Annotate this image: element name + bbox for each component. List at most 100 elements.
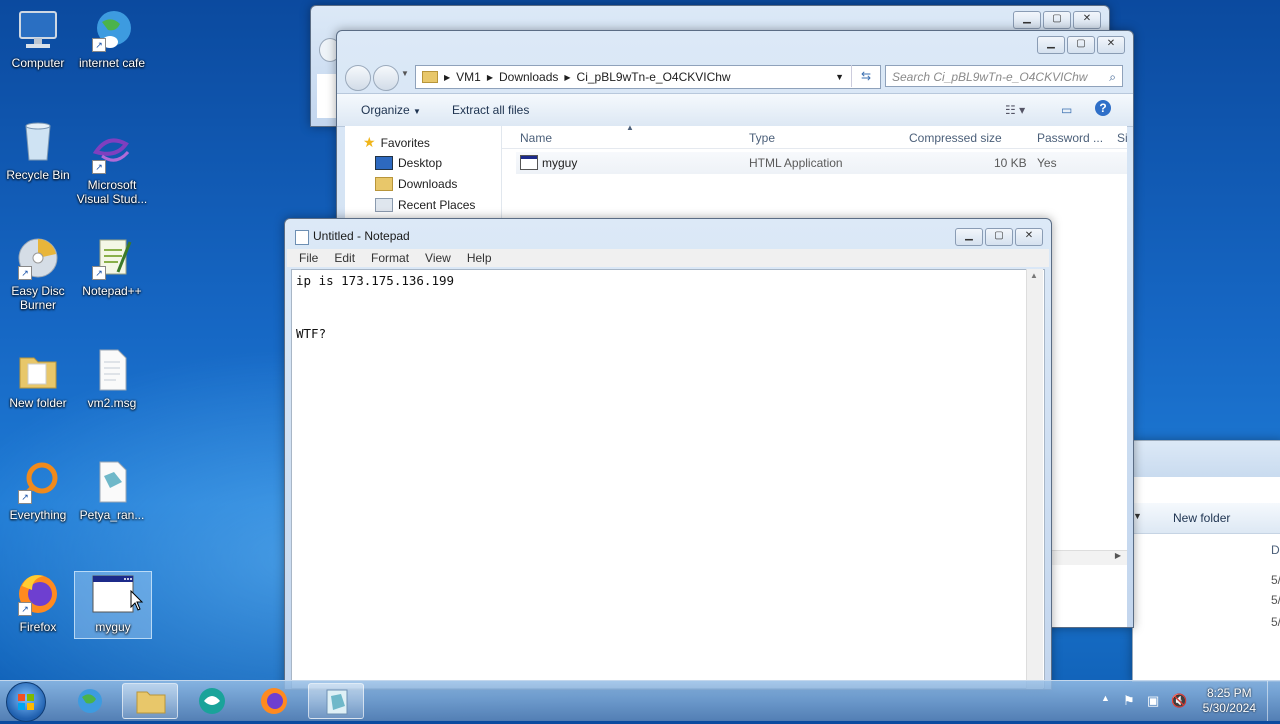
recycle-bin-icon — [14, 120, 62, 164]
close-button[interactable]: ✕ — [1015, 228, 1043, 246]
nav-desktop[interactable]: Desktop — [375, 156, 442, 170]
partial-explorer-window[interactable]: ▼ New folder D 5/ 5/ 5/ — [1132, 440, 1280, 682]
taskbar-app[interactable] — [184, 683, 240, 719]
show-hidden-icons-icon[interactable]: ▲ — [1101, 693, 1110, 703]
vertical-scrollbar[interactable]: ▲ — [1026, 269, 1043, 689]
desktop-icon-new-folder[interactable]: New folder — [0, 348, 76, 410]
folder-icon — [136, 691, 166, 714]
breadcrumb-archive[interactable]: Ci_pBL9wTn-e_O4CKVIChw — [577, 70, 731, 84]
maximize-button[interactable]: ▢ — [985, 228, 1013, 246]
taskbar-notepad[interactable] — [308, 683, 364, 719]
desktop-icon-internet-cafe[interactable]: ↗ internet cafe — [74, 8, 150, 70]
address-bar[interactable]: ▶ VM1 ▶ Downloads ▶ Ci_pBL9wTn-e_O4CKVIC… — [415, 65, 881, 89]
maximize-button[interactable]: ▢ — [1067, 36, 1095, 54]
recent-pages-dropdown-icon[interactable]: ▼ — [401, 69, 409, 78]
menu-view[interactable]: View — [425, 249, 451, 267]
extract-all-files-button[interactable]: Extract all files — [452, 103, 529, 117]
close-button[interactable]: ✕ — [1097, 36, 1125, 54]
forward-button[interactable] — [373, 65, 399, 91]
change-view-icon[interactable]: ☷ ▾ — [1005, 103, 1025, 117]
text-editor[interactable]: ip is 173.175.136.199 WTF? — [291, 269, 1045, 689]
search-input[interactable]: Search Ci_pBL9wTn-e_O4CKVIChw ⌕ — [885, 65, 1123, 87]
preview-pane-icon[interactable]: ▭ — [1061, 103, 1072, 117]
desktop-icon-notepad-plus-plus[interactable]: ↗ Notepad++ — [74, 236, 150, 298]
notepad-window[interactable]: Untitled - Notepad ▁ ▢ ✕ File Edit Forma… — [284, 218, 1052, 690]
column-header-size[interactable]: Si — [1117, 131, 1128, 145]
column-header-name[interactable]: Name — [520, 131, 552, 145]
desktop-icon-petya[interactable]: Petya_ran... — [74, 460, 150, 522]
network-icon[interactable]: ▣ — [1147, 693, 1159, 709]
refresh-button[interactable]: ⇆ — [851, 65, 880, 87]
menu-edit[interactable]: Edit — [334, 249, 355, 267]
desktop-icon-label: Firefox — [19, 620, 57, 634]
notepad-icon — [326, 689, 348, 715]
breadcrumb-separator-icon[interactable]: ▶ — [487, 73, 493, 82]
desktop-icon-vm2-msg[interactable]: vm2.msg — [74, 348, 150, 410]
new-folder-button[interactable]: New folder — [1173, 511, 1230, 525]
minimize-button[interactable]: ▁ — [1037, 36, 1065, 54]
column-header-compressed-size[interactable]: Compressed size — [909, 131, 1002, 145]
volume-muted-icon[interactable]: 🔇 — [1171, 693, 1187, 709]
column-header-date[interactable]: D — [1271, 543, 1280, 557]
desktop-icon-recycle-bin[interactable]: Recycle Bin — [0, 120, 76, 182]
breadcrumb-vm1[interactable]: VM1 — [456, 70, 481, 84]
action-center-flag-icon[interactable]: ⚑ — [1123, 693, 1135, 709]
desktop-icon-firefox[interactable]: ↗ Firefox — [0, 572, 76, 634]
system-clock[interactable]: 8:25 PM 5/30/2024 — [1203, 686, 1256, 716]
command-bar: Organize ▼ Extract all files ☷ ▾ ▭ ? — [337, 93, 1133, 127]
clock-date: 5/30/2024 — [1202, 701, 1256, 715]
minimize-button[interactable]: ▁ — [1013, 11, 1041, 29]
desktop-icon-label: Computer — [11, 56, 65, 70]
menu-file[interactable]: File — [299, 249, 318, 267]
breadcrumb-separator-icon[interactable]: ▶ — [564, 73, 570, 82]
desktop-icon-everything[interactable]: ↗ Everything — [0, 460, 76, 522]
show-desktop-button[interactable] — [1267, 681, 1280, 721]
taskbar-internet-explorer[interactable] — [62, 683, 118, 719]
taskbar-firefox[interactable] — [246, 683, 302, 719]
scroll-right-icon[interactable]: ▶ — [1115, 551, 1121, 560]
desktop-icon-visual-studio[interactable]: ↗ Microsoft Visual Stud... — [74, 130, 150, 206]
desktop-icon — [375, 156, 393, 170]
scroll-up-icon[interactable]: ▲ — [1030, 271, 1038, 280]
breadcrumb-downloads[interactable]: Downloads — [499, 70, 558, 84]
help-icon[interactable]: ? — [1095, 100, 1111, 116]
document-icon — [88, 460, 136, 504]
desktop-icon-easy-disc-burner[interactable]: ↗ Easy Disc Burner — [0, 236, 76, 312]
taskbar: ▲ ⚑ ▣ 🔇 8:25 PM 5/30/2024 — [0, 680, 1280, 722]
taskbar-file-explorer[interactable] — [122, 683, 178, 719]
nav-favorites[interactable]: ★ Favorites — [363, 134, 430, 151]
start-button[interactable] — [6, 682, 46, 722]
folder-icon — [422, 71, 438, 83]
organize-button[interactable]: Organize ▼ — [361, 103, 421, 117]
dropdown-arrow-icon[interactable]: ▼ — [1133, 511, 1142, 521]
maximize-button[interactable]: ▢ — [1043, 11, 1071, 29]
file-row[interactable]: myguy HTML Application 10 KB Yes — [516, 152, 1127, 174]
nav-downloads[interactable]: Downloads — [375, 177, 457, 191]
minimize-button[interactable]: ▁ — [955, 228, 983, 246]
search-placeholder: Search Ci_pBL9wTn-e_O4CKVIChw — [892, 70, 1088, 84]
shortcut-arrow-icon: ↗ — [92, 38, 106, 52]
sort-ascending-icon: ▲ — [626, 123, 634, 132]
menu-help[interactable]: Help — [467, 249, 492, 267]
search-icon[interactable]: ⌕ — [1109, 66, 1116, 88]
firefox-icon — [261, 688, 287, 714]
column-header-type[interactable]: Type — [749, 131, 775, 145]
back-button[interactable] — [345, 65, 371, 91]
menu-format[interactable]: Format — [371, 249, 409, 267]
everything-search-icon: ↗ — [14, 460, 62, 504]
desktop-icon-computer[interactable]: Computer — [0, 8, 76, 70]
nav-recent-places[interactable]: Recent Places — [375, 198, 475, 212]
menu-bar: File Edit Format View Help — [287, 249, 1049, 267]
hta-file-icon — [520, 155, 538, 170]
desktop-icon-label: New folder — [9, 396, 67, 410]
close-button[interactable]: ✕ — [1073, 11, 1101, 29]
clock-time: 8:25 PM — [1206, 686, 1252, 700]
column-header-password[interactable]: Password ... — [1037, 131, 1103, 145]
dropdown-arrow-icon: ▼ — [413, 107, 421, 116]
desktop-icon-label: vm2.msg — [87, 396, 137, 410]
recent-places-icon — [375, 198, 393, 212]
breadcrumb-separator-icon[interactable]: ▶ — [444, 73, 450, 82]
desktop-icon-label: Easy Disc Burner — [11, 284, 65, 312]
address-dropdown-icon[interactable]: ▼ — [835, 72, 844, 82]
shortcut-arrow-icon: ↗ — [18, 266, 32, 280]
